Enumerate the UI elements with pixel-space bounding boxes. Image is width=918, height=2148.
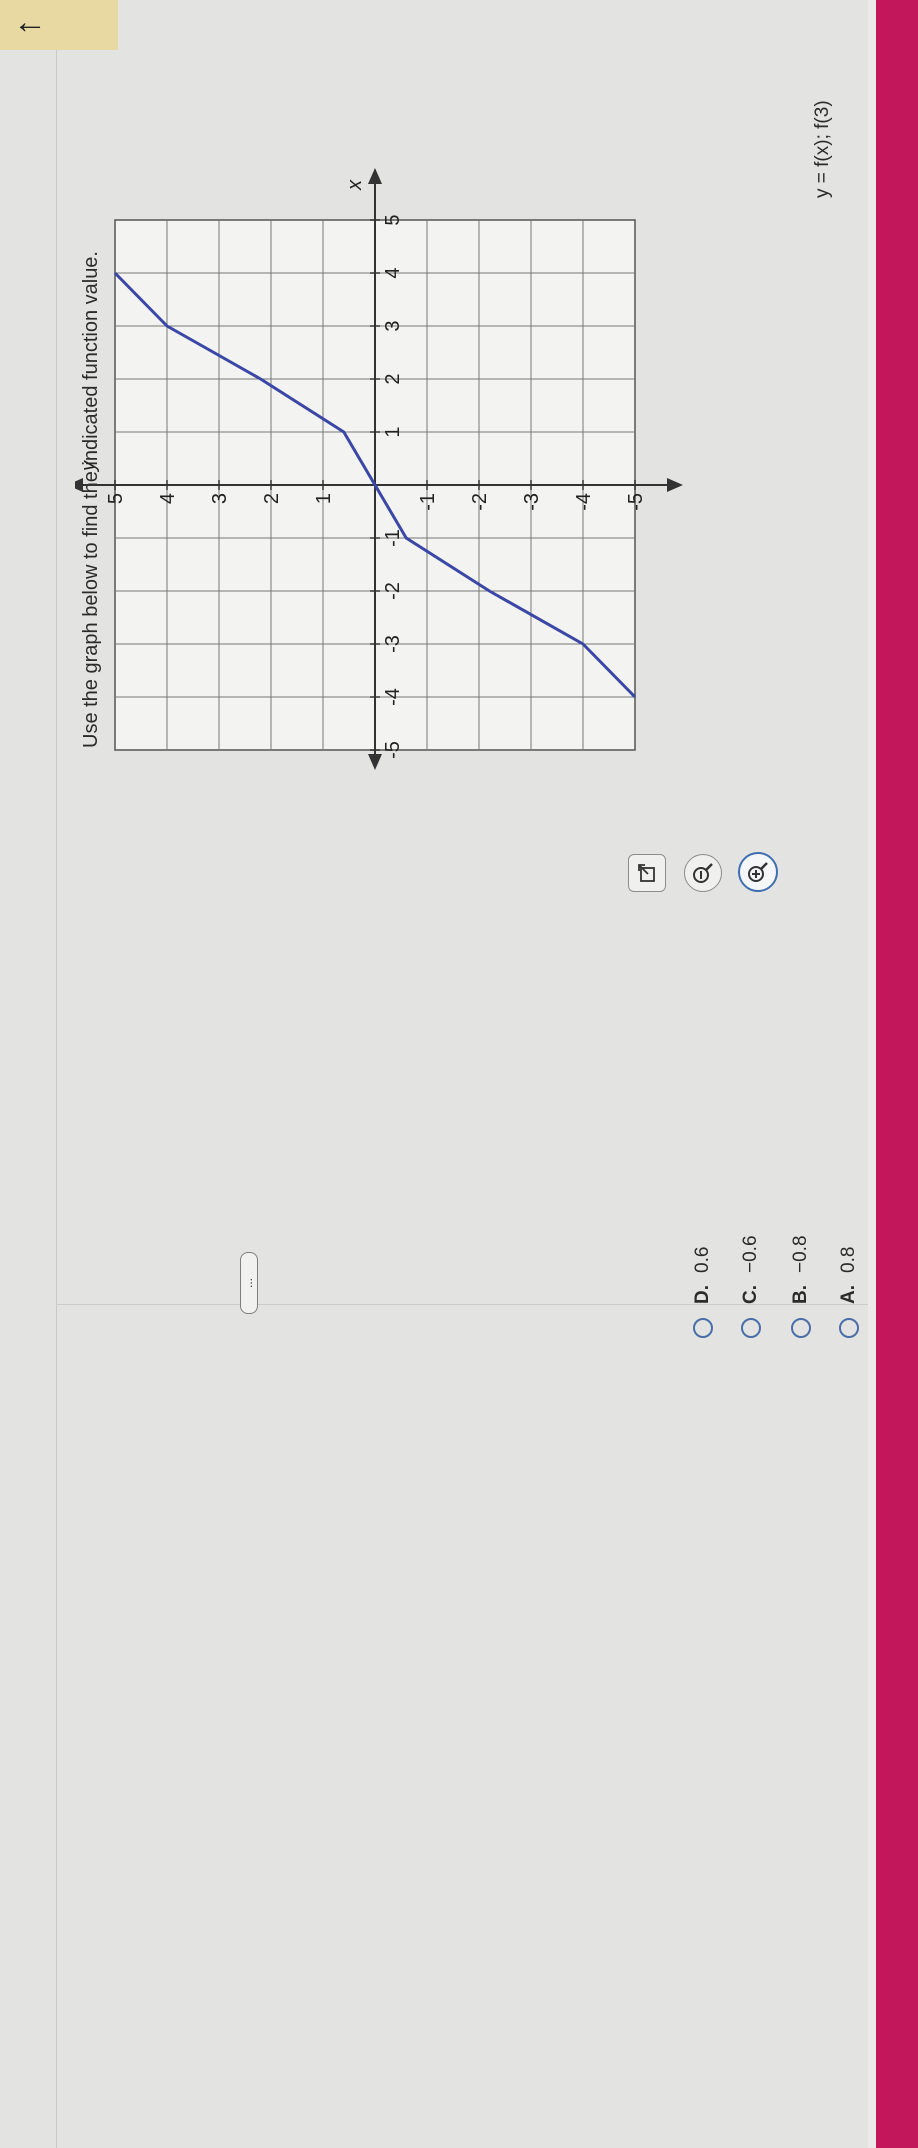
popout-button[interactable] (628, 854, 666, 892)
option-b[interactable]: B. −0.8 (790, 1235, 812, 1338)
header-divider (56, 50, 57, 2148)
x-axis-arrow-left (368, 754, 382, 770)
option-c-value: −0.6 (740, 1235, 761, 1273)
y-tick-label: -3 (521, 493, 543, 511)
option-c-letter: C. (740, 1285, 761, 1304)
option-a-value: 0.8 (838, 1246, 859, 1273)
y-tick-label: 4 (157, 493, 179, 504)
y-axis-arrow-up (75, 478, 83, 492)
y-tick-label: 5 (105, 493, 127, 504)
option-d-value: 0.6 (692, 1246, 713, 1273)
x-tick-label: 1 (382, 426, 404, 437)
function-text: y = f(x); f(3) (812, 100, 833, 198)
radio-c[interactable] (741, 1318, 761, 1338)
y-tick-label: -2 (469, 493, 491, 511)
zoom-in-icon (748, 862, 768, 882)
x-axis-label: x (344, 179, 366, 191)
y-tick-label: 3 (209, 493, 231, 504)
zoom-out-icon (693, 863, 713, 883)
y-tick-label: 1 (313, 493, 335, 504)
x-axis-arrow-right (368, 168, 382, 184)
function-graph: -5 -4 -3 -2 -1 1 2 3 4 5 -5 -4 -3 -2 -1 1 2 3 4 5 x y (75, 168, 683, 770)
radio-d[interactable] (693, 1318, 713, 1338)
option-a[interactable]: A. 0.8 (838, 1247, 860, 1338)
option-d[interactable]: D. 0.6 (692, 1247, 714, 1338)
y-axis-arrow-down (667, 478, 683, 492)
radio-b[interactable] (791, 1318, 811, 1338)
arrow-left-icon[interactable]: ← (10, 2, 50, 42)
x-tick-label: -2 (382, 582, 404, 600)
x-tick-label: -4 (382, 688, 404, 706)
x-tick-label: -1 (382, 529, 404, 547)
radio-a[interactable] (839, 1318, 859, 1338)
option-a-letter: A. (838, 1285, 859, 1304)
screen: ← Use the graph below to find the indica… (0, 0, 918, 2148)
y-tick-label: -5 (625, 493, 647, 511)
option-c[interactable]: C. −0.6 (740, 1235, 762, 1338)
x-tick-label: 3 (382, 320, 404, 331)
popout-icon (638, 864, 655, 882)
x-tick-label: -5 (382, 741, 404, 759)
accent-edge (868, 0, 876, 2148)
zoom-out-button[interactable] (684, 854, 722, 892)
x-tick-label: 4 (382, 267, 404, 278)
x-tick-label: 2 (382, 373, 404, 384)
zoom-in-button[interactable] (738, 852, 778, 892)
option-b-value: −0.8 (790, 1235, 811, 1273)
y-tick-label: 2 (261, 493, 283, 504)
x-tick-label: 5 (382, 214, 404, 225)
y-tick-label: -4 (573, 493, 595, 511)
y-tick-label: -1 (417, 493, 439, 511)
accent-bar (876, 0, 918, 2148)
y-axis-label: y (78, 460, 100, 473)
x-tick-label: -3 (382, 635, 404, 653)
option-b-letter: B. (790, 1285, 811, 1304)
option-d-letter: D. (692, 1285, 713, 1304)
more-button[interactable]: ... (240, 1252, 258, 1314)
